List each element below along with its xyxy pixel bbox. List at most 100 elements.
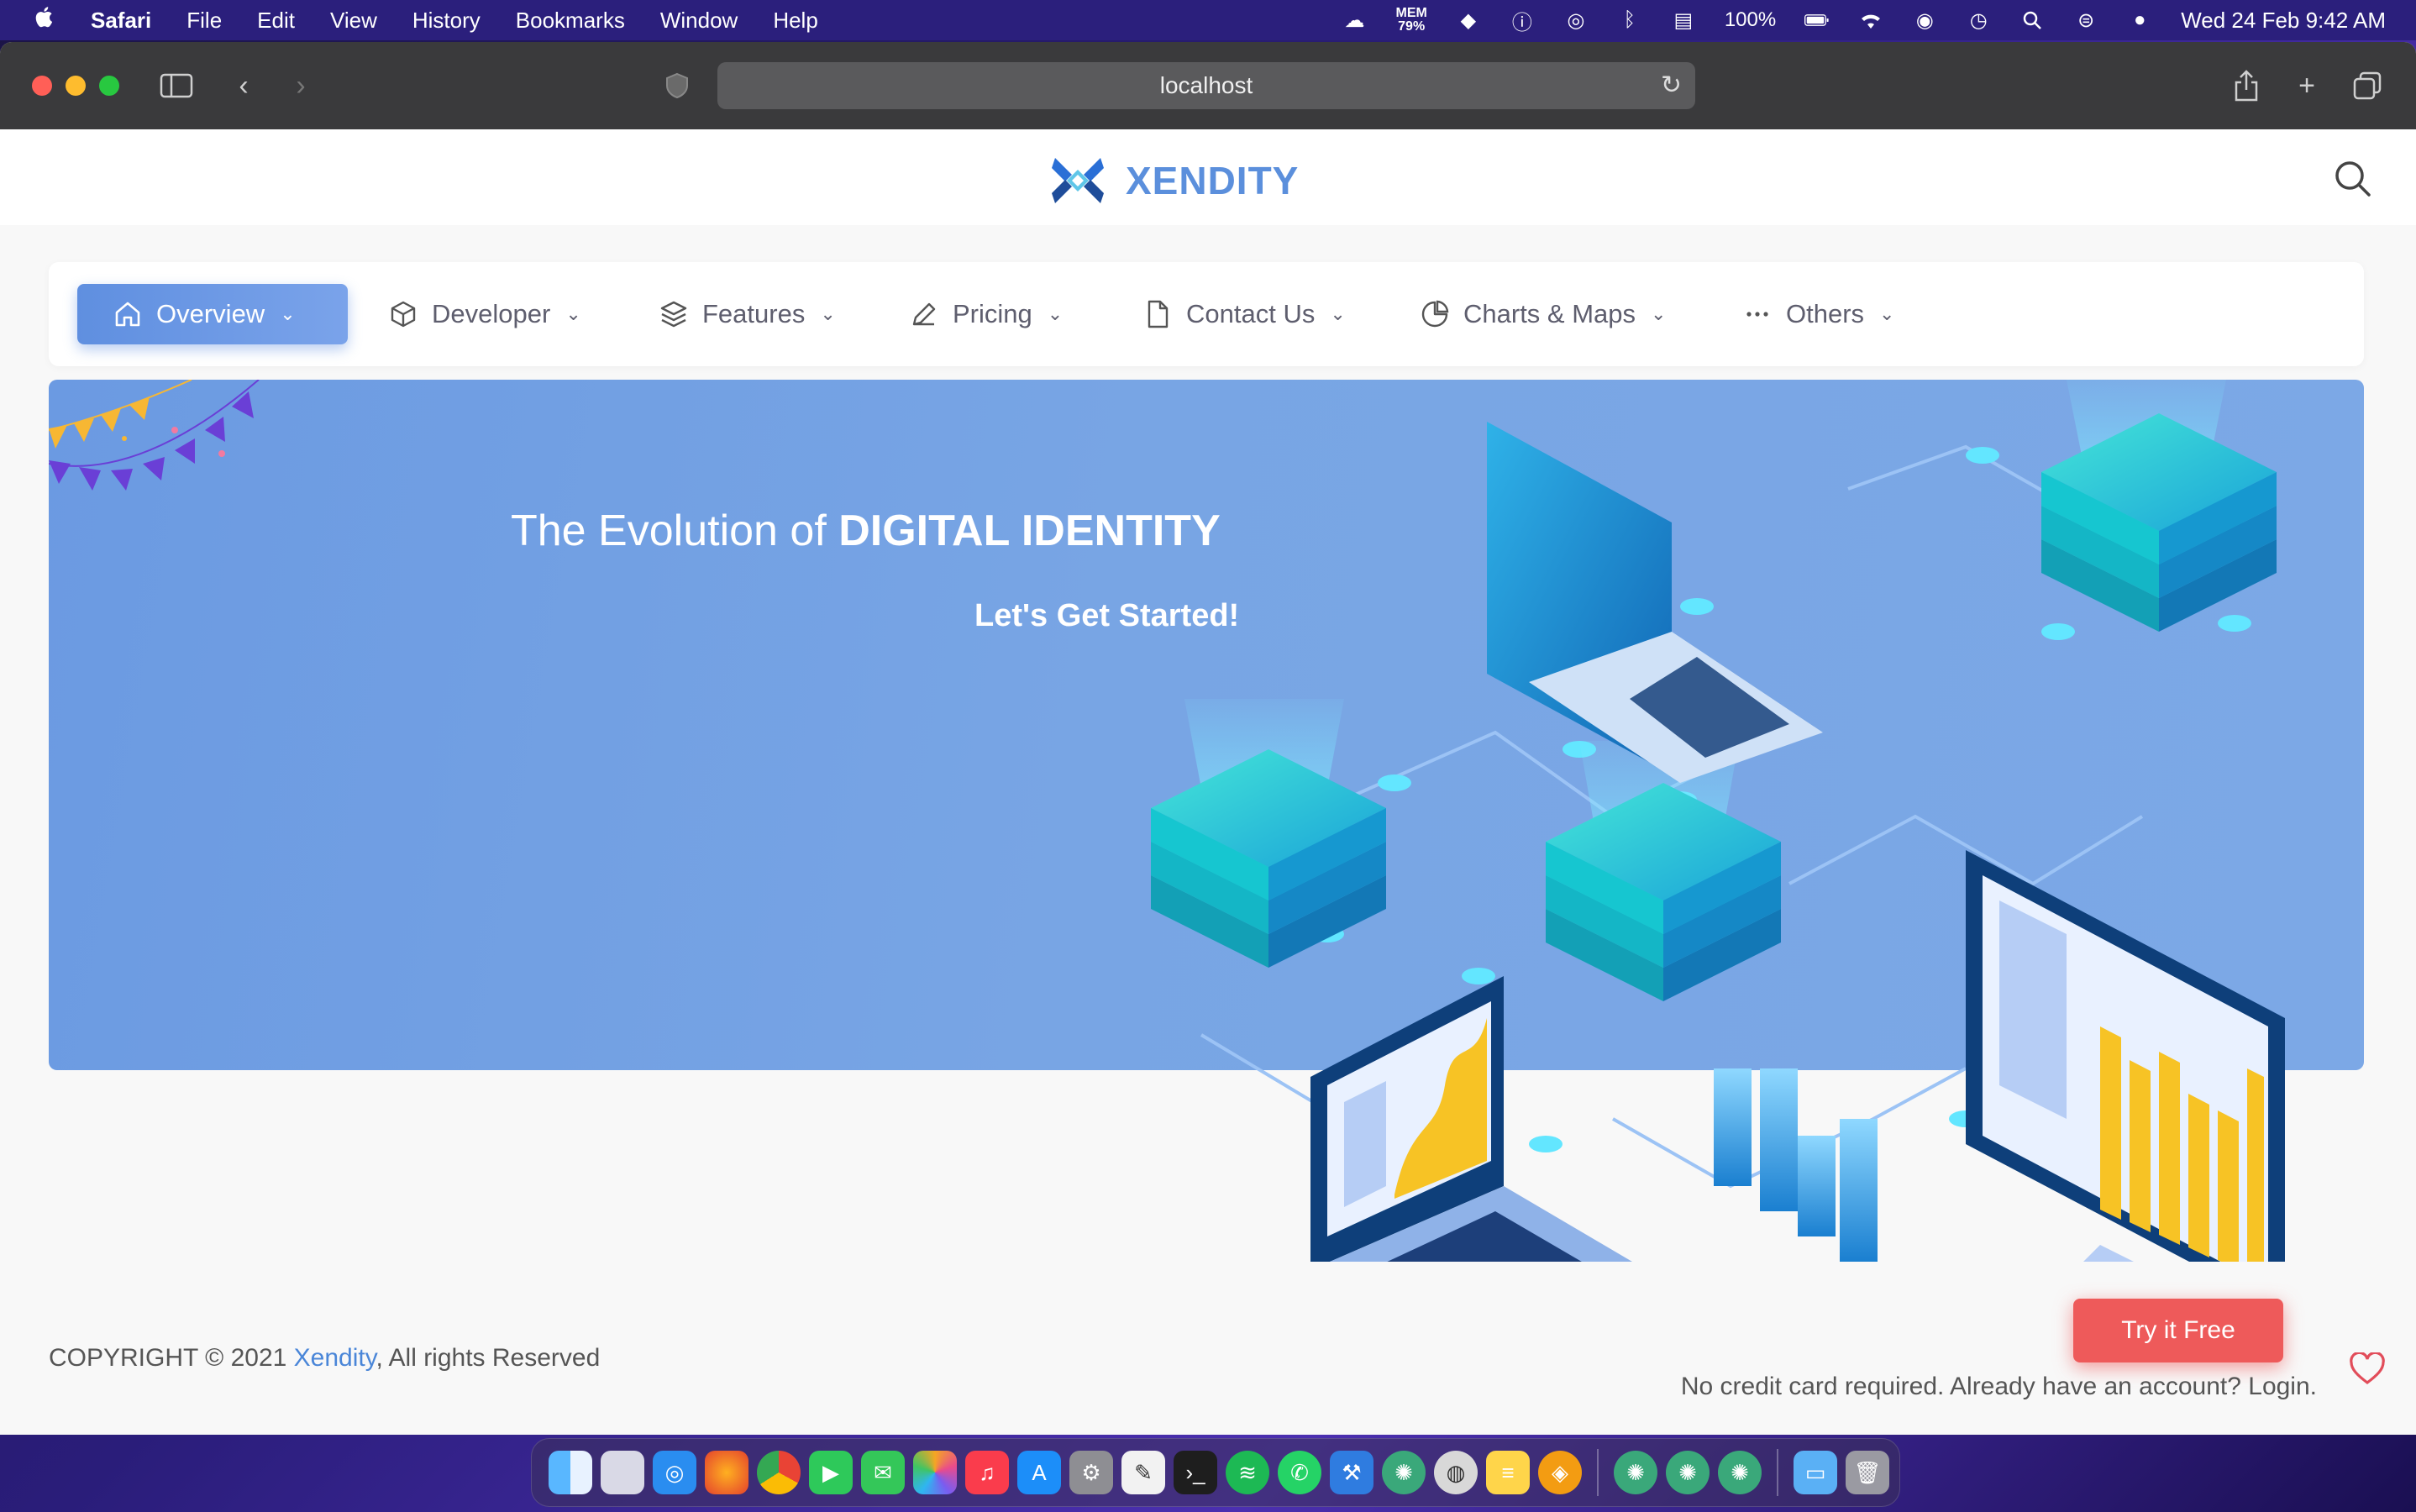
chevron-down-icon: ⌄	[280, 303, 296, 324]
textedit-icon[interactable]: ✎	[1121, 1451, 1165, 1494]
site-header: XENDITY	[0, 129, 2416, 225]
minimize-window-button[interactable]	[66, 76, 86, 96]
mongodb-compass-icon[interactable]: ◍	[1434, 1451, 1478, 1494]
share-icon[interactable]	[2228, 67, 2265, 104]
nav-item-overview[interactable]: Overview ⌄	[77, 284, 348, 344]
zoom-window-button[interactable]	[99, 76, 119, 96]
elephant-icon[interactable]: ◆	[1456, 8, 1481, 33]
keyboard-icon[interactable]: ▤	[1671, 8, 1696, 33]
app-store-icon[interactable]: A	[1017, 1451, 1061, 1494]
menubar-clock[interactable]: Wed 24 Feb 9:42 AM	[2181, 8, 2386, 34]
close-window-button[interactable]	[32, 76, 52, 96]
main-navigation: Overview ⌄ Developer ⌄ Features ⌄ Pricin…	[49, 262, 2364, 366]
menu-bookmarks[interactable]: Bookmarks	[516, 8, 625, 34]
menu-history[interactable]: History	[412, 8, 481, 34]
hero-title-prefix: The Evolution of	[511, 507, 839, 555]
pen-icon	[912, 302, 936, 326]
bluetooth-icon[interactable]: ᛒ	[1617, 8, 1642, 33]
new-tab-icon[interactable]: +	[2288, 67, 2325, 104]
chatgpt-icon[interactable]: ✺	[1382, 1451, 1426, 1494]
menu-help[interactable]: Help	[773, 8, 817, 34]
file-icon	[1148, 300, 1169, 328]
time-machine-icon[interactable]: ◷	[1966, 8, 1991, 33]
airdrop-icon[interactable]: ◎	[1563, 8, 1589, 33]
messages-icon[interactable]: ✉	[861, 1451, 905, 1494]
copyright-link[interactable]: Xendity	[294, 1344, 376, 1372]
chatgpt-window-icon[interactable]: ✺	[1718, 1451, 1762, 1494]
nav-item-charts-maps[interactable]: Charts & Maps ⌄	[1420, 284, 1666, 344]
layers-icon	[660, 301, 687, 328]
nav-label-features: Features	[702, 299, 806, 328]
user-account-icon[interactable]: ◉	[1912, 8, 1937, 33]
menu-window[interactable]: Window	[660, 8, 738, 34]
heart-icon[interactable]	[2349, 1352, 2386, 1386]
chevron-down-icon: ⌄	[565, 303, 581, 324]
spotlight-search-icon[interactable]	[2019, 8, 2045, 33]
nav-item-contact-us[interactable]: Contact Us ⌄	[1142, 284, 1346, 344]
digital-infrastructure-illustration	[1151, 380, 2285, 1262]
menu-view[interactable]: View	[330, 8, 377, 34]
memory-label: MEM	[1395, 6, 1427, 20]
nav-label-overview: Overview	[156, 299, 265, 328]
brand-logo-link[interactable]: XENDITY	[1048, 151, 1299, 210]
wifi-icon[interactable]	[1858, 8, 1883, 33]
xcode-icon[interactable]: ⚒	[1330, 1451, 1373, 1494]
address-bar[interactable]: localhost ↻	[717, 62, 1695, 109]
more-horizontal-icon	[1746, 312, 1768, 317]
notes-icon[interactable]: ≡	[1486, 1451, 1530, 1494]
back-icon[interactable]: ‹	[225, 67, 262, 104]
menu-file[interactable]: File	[186, 8, 222, 34]
brand-name: XENDITY	[1126, 159, 1300, 202]
music-icon[interactable]: ♫	[965, 1451, 1009, 1494]
apple-menu-icon[interactable]	[32, 4, 57, 36]
nav-item-pricing[interactable]: Pricing ⌄	[909, 284, 1063, 344]
battery-icon[interactable]	[1804, 8, 1830, 33]
firefox-icon[interactable]	[705, 1451, 748, 1494]
menu-app-name[interactable]: Safari	[91, 8, 151, 34]
battery-percent[interactable]: 100%	[1725, 8, 1776, 32]
weather-icon[interactable]: ☁	[1342, 8, 1368, 33]
system-preferences-icon[interactable]: ⚙	[1069, 1451, 1113, 1494]
search-icon[interactable]	[2332, 158, 2372, 198]
accessibility-icon[interactable]: ⓘ	[1510, 8, 1535, 34]
spotify-icon[interactable]: ≋	[1226, 1451, 1269, 1494]
privacy-shield-icon[interactable]	[659, 67, 696, 104]
photos-icon[interactable]	[913, 1451, 957, 1494]
launchpad-icon[interactable]	[601, 1451, 644, 1494]
finder-icon[interactable]	[549, 1451, 592, 1494]
nav-label-contact-us: Contact Us	[1186, 299, 1316, 328]
facetime-icon[interactable]: ▶	[809, 1451, 853, 1494]
menu-edit[interactable]: Edit	[257, 8, 295, 34]
sidebar-toggle-icon[interactable]	[158, 67, 195, 104]
chatgpt-window-icon[interactable]: ✺	[1666, 1451, 1710, 1494]
tab-overview-icon[interactable]	[2349, 67, 2386, 104]
try-it-free-button[interactable]: Try it Free	[2073, 1299, 2283, 1362]
box-icon	[391, 301, 416, 328]
nav-item-developer[interactable]: Developer ⌄	[388, 284, 581, 344]
control-center-icon[interactable]: ⊜	[2073, 8, 2098, 33]
siri-icon[interactable]: ●	[2127, 8, 2152, 33]
forward-icon[interactable]: ›	[282, 67, 319, 104]
bunting-decoration-icon	[49, 380, 260, 491]
chatgpt-window-icon[interactable]: ✺	[1614, 1451, 1657, 1494]
chevron-down-icon: ⌄	[1330, 303, 1346, 324]
downloads-folder-icon[interactable]: ▭	[1794, 1451, 1837, 1494]
address-url: localhost	[1159, 72, 1253, 98]
reload-icon[interactable]: ↻	[1661, 71, 1682, 100]
macos-dock: ◎ ▶ ✉ ♫ A ⚙ ✎ ›_ ≋ ✆ ⚒ ✺ ◍ ≡ ◈ ✺ ✺ ✺ ▭ 🗑	[531, 1438, 1900, 1507]
trash-icon[interactable]: 🗑	[1846, 1451, 1889, 1494]
chrome-icon[interactable]	[757, 1451, 801, 1494]
memory-value: 79%	[1398, 19, 1426, 34]
memory-status[interactable]: MEM 79%	[1396, 7, 1427, 34]
whatsapp-icon[interactable]: ✆	[1278, 1451, 1321, 1494]
dock-separator	[1777, 1449, 1778, 1496]
footer-note[interactable]: No credit card required. Already have an…	[1681, 1373, 2317, 1401]
safari-icon[interactable]: ◎	[653, 1451, 696, 1494]
nav-item-others[interactable]: Others ⌄	[1742, 284, 1894, 344]
footer-copyright: COPYRIGHT © 2021 Xendity, All rights Res…	[49, 1344, 600, 1373]
chevron-down-icon: ⌄	[1651, 303, 1667, 324]
nav-item-features[interactable]: Features ⌄	[659, 284, 836, 344]
vlc-pro-icon[interactable]: ◈	[1538, 1451, 1582, 1494]
macos-menubar: Safari File Edit View History Bookmarks …	[0, 0, 2416, 40]
terminal-icon[interactable]: ›_	[1174, 1451, 1217, 1494]
